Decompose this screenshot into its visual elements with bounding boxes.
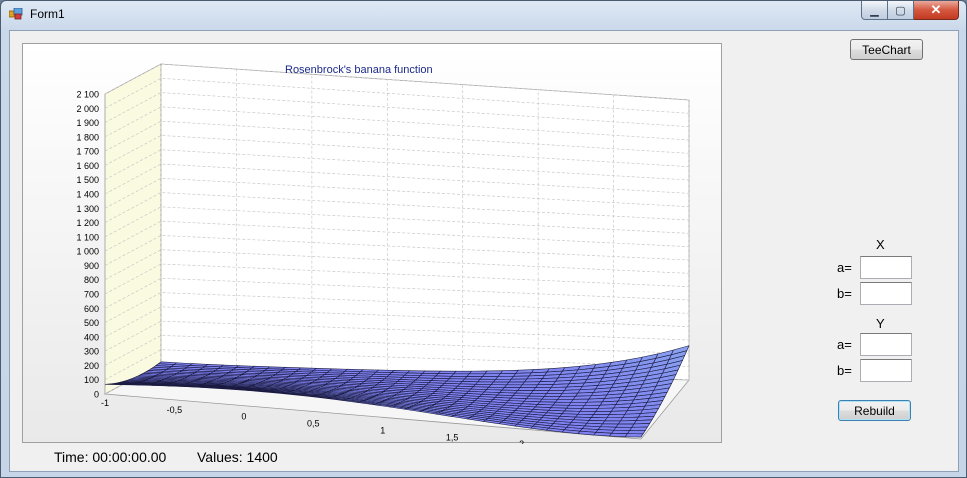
z-tick-label: 700 bbox=[84, 290, 99, 300]
tee-chart[interactable]: 0 100 200 300 400 500 600 700 800 900 1 000 1 100 1 … bbox=[22, 43, 722, 444]
surface-cell bbox=[624, 433, 644, 438]
x-tick-label: 1 bbox=[380, 425, 385, 435]
surface-cell bbox=[629, 426, 649, 431]
left-wall bbox=[104, 63, 162, 395]
x-tick-label: -0,5 bbox=[167, 405, 183, 415]
chart-canvas: 0 100 200 300 400 500 600 700 800 900 1 000 1 100 1 … bbox=[76, 63, 690, 444]
x-b-label: b= bbox=[837, 286, 852, 301]
surface-cell bbox=[453, 370, 473, 375]
surface-cell bbox=[519, 384, 539, 388]
surface-cell bbox=[559, 392, 579, 397]
surface-cell bbox=[608, 432, 628, 438]
form-client-area: 0 100 200 300 400 500 600 700 800 900 1 000 1 100 1 … bbox=[9, 30, 959, 472]
surface-cell bbox=[484, 370, 504, 375]
surface-cell bbox=[543, 393, 563, 397]
z-tick-label: 1 600 bbox=[76, 161, 99, 171]
maximize-icon: ▢ bbox=[895, 4, 906, 17]
z-tick-label: 1 100 bbox=[76, 232, 99, 242]
surface-cell bbox=[517, 387, 537, 391]
z-tick-label: 900 bbox=[84, 261, 99, 271]
surface-cell bbox=[466, 373, 486, 377]
surface-cell bbox=[592, 411, 612, 415]
z-tick-label: 2 000 bbox=[76, 104, 99, 114]
surface-cell bbox=[570, 398, 590, 403]
surface-cell bbox=[583, 401, 603, 406]
z-tick-label: 200 bbox=[84, 361, 99, 371]
surface-cell bbox=[534, 384, 555, 389]
surface-cell bbox=[554, 399, 574, 403]
surface-cell bbox=[495, 375, 515, 380]
z-tick-label: 1 800 bbox=[76, 132, 99, 142]
x-tick-label: 1,5 bbox=[446, 432, 459, 442]
values-label: Values: 1400 bbox=[197, 449, 278, 465]
window-controls: ▁ ▢ ✕ bbox=[861, 1, 959, 20]
app-icon bbox=[9, 8, 23, 20]
time-label: Time: 00:00:00.00 bbox=[54, 449, 167, 465]
x-tick-label: 0,5 bbox=[307, 419, 320, 429]
surface-cell bbox=[468, 370, 488, 375]
x-a-input[interactable] bbox=[860, 256, 912, 279]
app-window: Form1 ▁ ▢ ✕ 0 100 200 300 400 500 600 700 800 900… bbox=[0, 0, 967, 478]
x-b-input[interactable] bbox=[860, 282, 912, 305]
maximize-button[interactable]: ▢ bbox=[888, 1, 914, 20]
minimize-button[interactable]: ▁ bbox=[861, 1, 888, 20]
surface-cell bbox=[479, 376, 499, 380]
back-wall bbox=[160, 63, 690, 381]
surface-cell bbox=[590, 414, 610, 419]
z-tick-label: 600 bbox=[84, 304, 99, 314]
z-tick-label: 1 000 bbox=[76, 247, 99, 257]
z-tick-label: 1 900 bbox=[76, 118, 99, 128]
y-a-label: a= bbox=[837, 337, 852, 352]
y-b-input[interactable] bbox=[860, 359, 912, 382]
surface-cell bbox=[136, 384, 155, 386]
surface-cell bbox=[506, 381, 526, 386]
z-tick-label: 1 400 bbox=[76, 190, 99, 200]
y-header: Y bbox=[876, 316, 885, 331]
surface-cell bbox=[606, 413, 626, 419]
z-tick-label: 0 bbox=[94, 390, 99, 400]
x-a-label: a= bbox=[837, 260, 852, 275]
surface-cell bbox=[557, 395, 577, 400]
z-tick-label: 1 700 bbox=[76, 147, 99, 157]
x-header: X bbox=[876, 237, 885, 252]
x-tick-label: 0 bbox=[241, 412, 246, 422]
close-icon: ✕ bbox=[930, 2, 942, 17]
z-tick-label: 1 500 bbox=[76, 175, 99, 185]
surface-cell bbox=[508, 378, 528, 383]
surface-cell bbox=[568, 401, 588, 406]
rebuild-button[interactable]: Rebuild bbox=[838, 400, 911, 421]
window-title: Form1 bbox=[30, 7, 65, 21]
x-tick-label: -1 bbox=[101, 398, 109, 408]
surface-cell bbox=[617, 420, 637, 425]
surface-cell bbox=[521, 381, 541, 386]
surface-cell bbox=[579, 408, 599, 412]
minimize-icon: ▁ bbox=[870, 4, 879, 17]
z-tick-label: 400 bbox=[84, 332, 99, 342]
z-axis-labels: 0 100 200 300 400 500 600 700 800 900 1 000 1 100 1 … bbox=[76, 90, 99, 400]
surface-cell bbox=[581, 404, 601, 409]
z-tick-label: 2 100 bbox=[76, 90, 99, 100]
surface-cell bbox=[481, 373, 501, 377]
z-tick-label: 500 bbox=[84, 318, 99, 328]
z-tick-label: 100 bbox=[84, 375, 99, 385]
surface-cell bbox=[626, 430, 646, 435]
surface-cell bbox=[595, 407, 615, 412]
surface-cell bbox=[604, 417, 624, 422]
surface-cell bbox=[546, 389, 566, 394]
teechart-button[interactable]: TeeChart bbox=[850, 39, 923, 60]
chart-title: Rosenbrock's banana function bbox=[285, 64, 433, 76]
z-tick-label: 1 300 bbox=[76, 204, 99, 214]
surface-cell bbox=[530, 390, 550, 394]
z-tick-label: 800 bbox=[84, 275, 99, 285]
x-tick-label: 2 bbox=[519, 439, 524, 444]
surface-cell bbox=[492, 378, 512, 383]
surface-cell bbox=[532, 387, 552, 391]
close-button[interactable]: ✕ bbox=[914, 1, 959, 20]
z-tick-label: 300 bbox=[84, 347, 99, 357]
surface-cell bbox=[615, 423, 635, 428]
y-a-input[interactable] bbox=[860, 333, 912, 356]
z-tick-label: 1 200 bbox=[76, 218, 99, 228]
y-b-label: b= bbox=[837, 363, 852, 378]
title-bar[interactable]: Form1 ▁ ▢ ✕ bbox=[1, 1, 966, 27]
